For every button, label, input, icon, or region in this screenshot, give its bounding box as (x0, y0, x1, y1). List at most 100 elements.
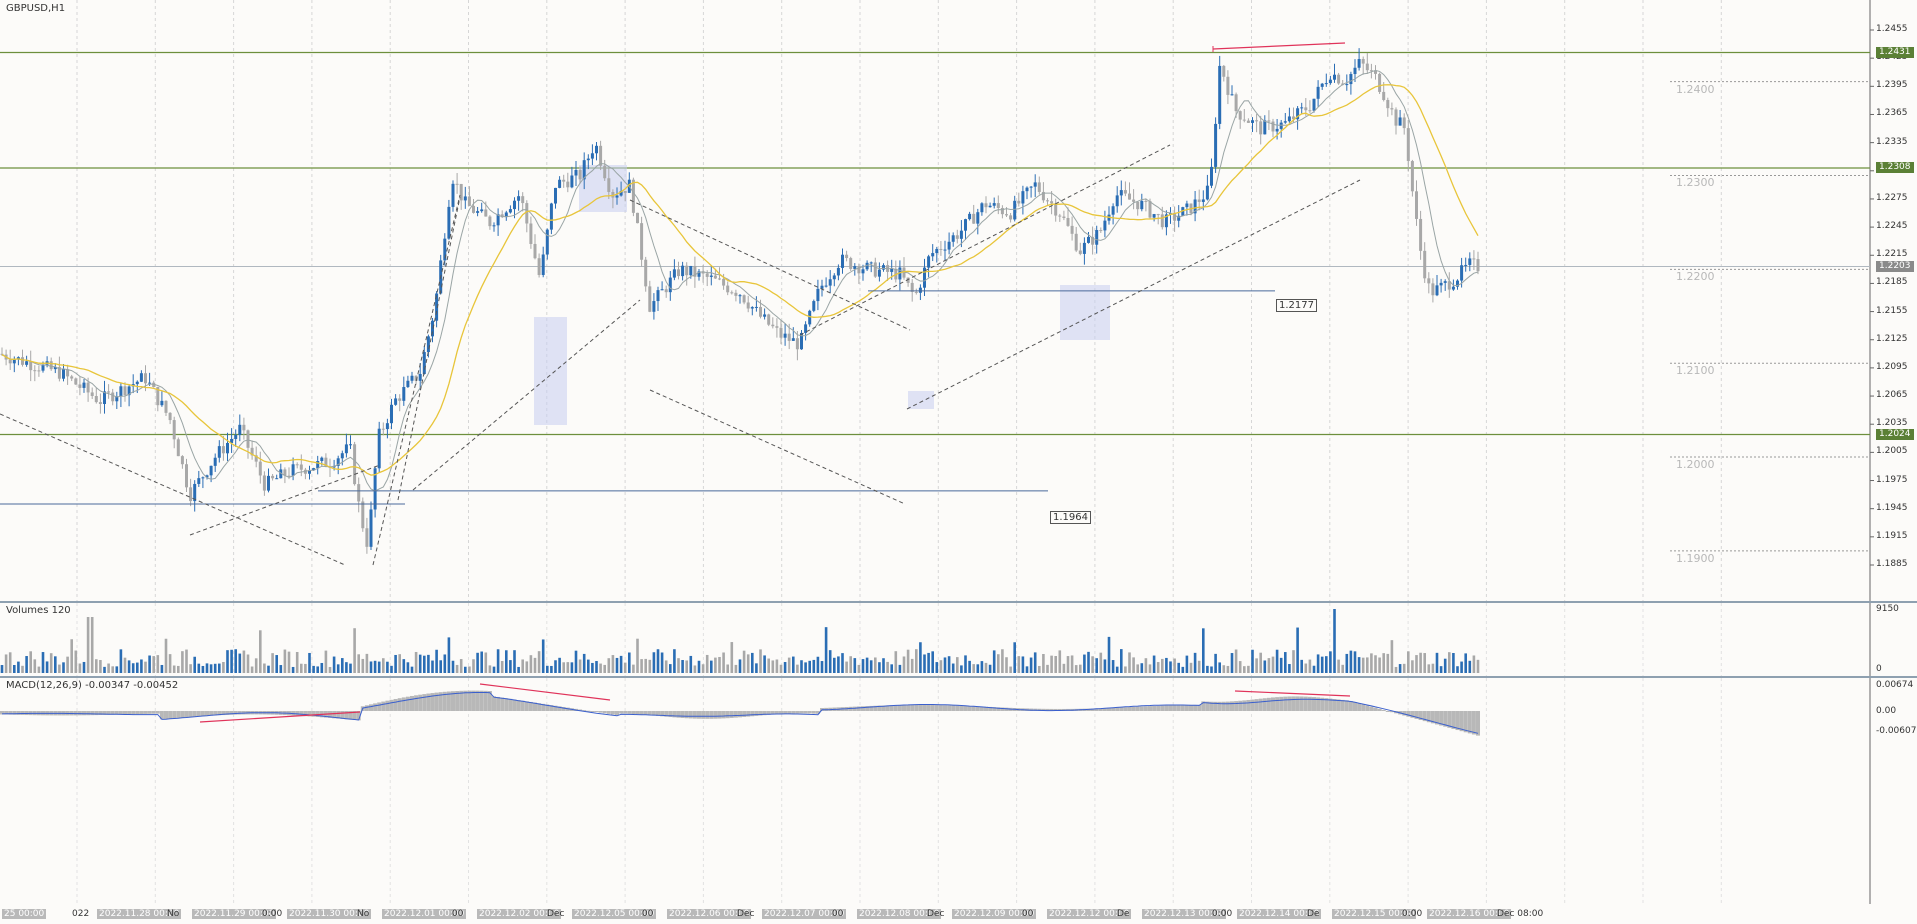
macd-histogram-bar (1143, 706, 1148, 711)
candle-bull (492, 225, 496, 227)
candle-bear (1472, 258, 1476, 260)
volumes-pane[interactable]: Volumes 120 9150 0 (0, 603, 1917, 676)
volume-bar (1193, 652, 1197, 673)
candle-bear (873, 262, 877, 277)
macd-histogram-bar (192, 711, 197, 717)
volume-bar (1456, 666, 1459, 673)
macd-histogram-bar (1234, 701, 1239, 711)
candle-bear (1037, 182, 1041, 192)
candle-bear (111, 392, 115, 402)
macd-histogram-bar (483, 690, 488, 711)
macd-histogram-bar (1344, 700, 1349, 711)
macd-histogram-bar (795, 711, 800, 714)
level-label-lower[interactable]: 1.1964 (1050, 511, 1091, 524)
time-axis: 25 00:00 022 2022.11.28 00:00 No 2022.11.29 … (0, 904, 1917, 924)
macd-histogram-bar (504, 698, 509, 711)
candle-bear (1382, 91, 1386, 100)
volume-bar (1001, 649, 1004, 673)
macd-histogram-bar (459, 690, 464, 711)
candle-bull (447, 206, 451, 239)
volume-bar (275, 655, 278, 673)
volume-bar (1005, 657, 1008, 673)
volume-bar (431, 660, 434, 673)
candle-bull (689, 265, 693, 276)
volume-bar (1411, 660, 1414, 673)
macd-histogram-bar (172, 711, 177, 719)
macd-histogram-bar (803, 711, 808, 714)
macd-histogram-bar (1238, 700, 1243, 711)
volume-bar (8, 652, 12, 673)
macd-histogram-bar (475, 690, 480, 711)
volume-bar (1341, 664, 1344, 673)
candle-bull (1201, 199, 1205, 202)
volume-bar (726, 664, 729, 673)
macd-histogram-bar (893, 705, 898, 711)
candle-bear (787, 333, 791, 341)
volume-bar (131, 663, 135, 673)
volume-bar (853, 658, 857, 673)
volume-bar (915, 649, 918, 673)
volume-bar (525, 661, 529, 673)
volume-bar (1234, 649, 1238, 673)
candle-bear (1099, 230, 1103, 232)
candle-bull (508, 209, 512, 213)
macd-histogram-bar (1295, 696, 1300, 711)
volume-bar (812, 659, 816, 673)
candle-bear (722, 278, 726, 286)
volume-bar (833, 657, 836, 673)
channel-line-up (397, 196, 461, 501)
macd-histogram-bar (1152, 705, 1157, 711)
candle-bear (455, 183, 459, 185)
volume-bar (816, 656, 820, 673)
candle-bear (49, 361, 53, 370)
candle-bear (767, 314, 771, 325)
volume-bar (1181, 666, 1185, 673)
candle-bear (779, 327, 783, 338)
candle-bull (201, 477, 205, 479)
candle-bull (148, 382, 152, 384)
macd-histogram-bar (1385, 711, 1390, 712)
candle-bear (1078, 250, 1082, 254)
volume-bar (541, 639, 545, 673)
macd-histogram-bar (791, 711, 796, 714)
volume-bar (664, 660, 668, 673)
time-tick: Dec (737, 909, 755, 919)
candle-bear (1197, 199, 1201, 202)
candle-bull (783, 333, 787, 338)
volume-bar (472, 659, 475, 673)
volume-bar (874, 657, 877, 673)
candle-bear (172, 420, 176, 440)
candle-bear (1431, 283, 1435, 296)
candle-bull (160, 400, 164, 406)
candle-bull (668, 277, 672, 293)
macd-histogram-bar (1148, 706, 1152, 711)
volume-bar (1259, 652, 1262, 673)
volume-bar (1267, 658, 1271, 673)
candle-bear (176, 439, 180, 457)
macd-pane[interactable]: MACD(12,26,9) -0.00347 -0.00452 0.00674 … (0, 678, 1917, 904)
price-chart[interactable] (0, 0, 1917, 601)
volume-bar (484, 652, 488, 673)
macd-histogram-bar (926, 704, 931, 711)
candle-bull (750, 307, 754, 309)
candle-bear (1222, 65, 1226, 77)
price-tick: 1.1885 (1876, 559, 1908, 569)
volume-bar (1177, 662, 1180, 673)
volume-bar (931, 651, 934, 673)
price-pane[interactable]: GBPUSD,H1 1.24551.24251.23951.23651.2335… (0, 0, 1917, 601)
volume-bar (361, 658, 365, 673)
time-tick: Dec (547, 909, 565, 919)
volume-bar (591, 662, 594, 673)
candle-bull (586, 158, 590, 161)
candle-bear (144, 373, 147, 384)
candle-bear (98, 402, 102, 404)
candle-bear (180, 456, 184, 465)
candle-bull (344, 444, 348, 454)
macd-histogram-bar (811, 711, 816, 714)
level-label-upper[interactable]: 1.2177 (1276, 299, 1317, 312)
volume-bar (1304, 663, 1308, 673)
candle-bull (832, 275, 836, 280)
macd-histogram-bar (1471, 711, 1476, 735)
volume-bar (402, 659, 406, 673)
candle-bull (12, 359, 16, 364)
